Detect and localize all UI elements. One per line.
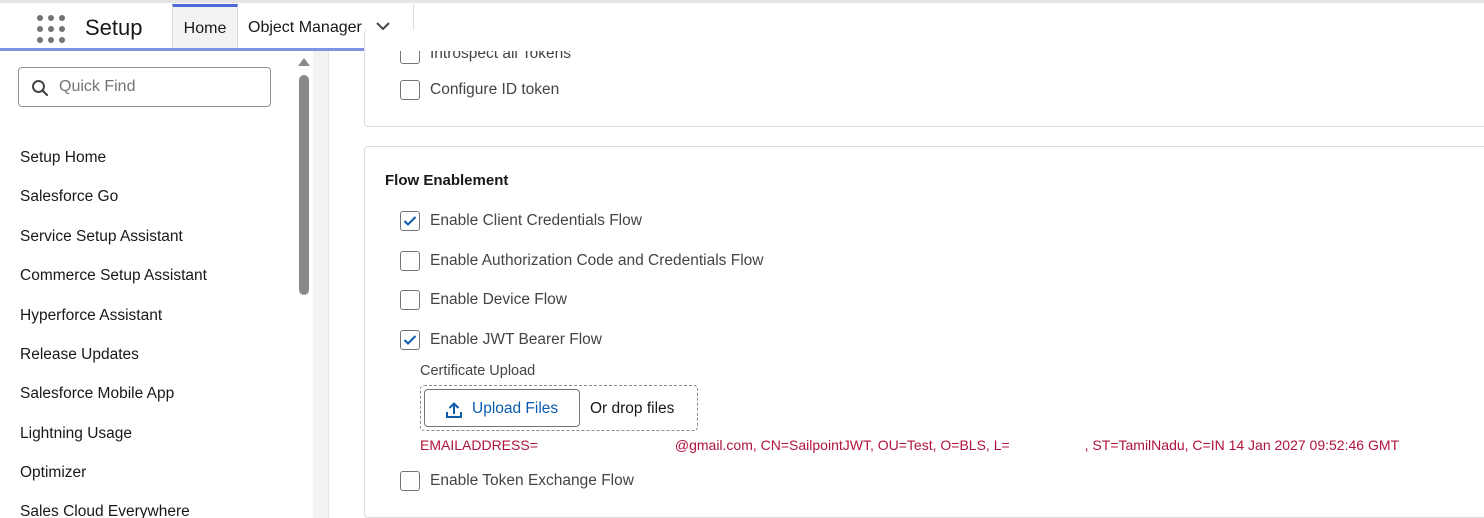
- tab-object-manager-label: Object Manager: [248, 18, 362, 36]
- configure-id-token-label: Configure ID token: [430, 81, 560, 98]
- introspect-tokens-label: Introspect all Tokens: [430, 51, 572, 62]
- certificate-info-part-3: , ST=TamilNadu, C=IN 14 Jan 2027 09:52:4…: [1084, 437, 1400, 453]
- check-icon: [403, 335, 417, 345]
- certificate-info-part-2: @gmail.com, CN=SailpointJWT, OU=Test, O=…: [674, 437, 1010, 453]
- app-launcher-icon[interactable]: [37, 15, 65, 43]
- device-flow-label: Enable Device Flow: [430, 291, 567, 308]
- check-icon: [403, 216, 417, 226]
- certificate-upload-label: Certificate Upload: [420, 363, 536, 379]
- tab-home[interactable]: Home: [172, 4, 238, 51]
- sidebar-item-setup-home[interactable]: Setup Home: [20, 149, 106, 167]
- sidebar-item-salesforce-mobile-app[interactable]: Salesforce Mobile App: [20, 385, 174, 403]
- sidebar-item-lightning-usage[interactable]: Lightning Usage: [20, 425, 132, 443]
- sidebar-item-sales-cloud-everywhere[interactable]: Sales Cloud Everywhere: [20, 503, 190, 518]
- token-exchange-checkbox[interactable]: [400, 471, 420, 491]
- upload-files-button[interactable]: Upload Files: [424, 389, 580, 427]
- option-device-flow[interactable]: Enable Device Flow: [400, 290, 567, 310]
- setup-sidebar: Setup Home Salesforce Go Service Setup A…: [0, 51, 313, 518]
- jwt-bearer-checkbox[interactable]: [400, 330, 420, 350]
- option-auth-code-credentials-flow[interactable]: Enable Authorization Code and Credential…: [400, 251, 763, 271]
- upload-files-label: Upload Files: [472, 400, 559, 417]
- sidebar-gutter: [313, 51, 328, 518]
- sidebar-item-service-setup-assistant[interactable]: Service Setup Assistant: [20, 228, 183, 246]
- scroll-up-arrow-icon[interactable]: [298, 58, 310, 66]
- option-client-credentials-flow[interactable]: Enable Client Credentials Flow: [400, 211, 642, 231]
- device-flow-checkbox[interactable]: [400, 290, 420, 310]
- upload-icon: [446, 402, 462, 418]
- sidebar-item-release-updates[interactable]: Release Updates: [20, 346, 139, 364]
- token-exchange-label: Enable Token Exchange Flow: [430, 472, 634, 489]
- jwt-bearer-label: Enable JWT Bearer Flow: [430, 331, 602, 348]
- certificate-info: EMAILADDRESS= @gmail.com, CN=SailpointJWT…: [420, 437, 1399, 453]
- auth-code-credentials-label: Enable Authorization Code and Credential…: [430, 252, 764, 269]
- option-introspect-tokens[interactable]: Introspect all Tokens: [400, 51, 571, 64]
- section-title-flow-enablement: Flow Enablement: [385, 172, 509, 189]
- quick-find-input[interactable]: [59, 76, 259, 98]
- option-token-exchange-flow[interactable]: Enable Token Exchange Flow: [400, 471, 634, 491]
- auth-code-credentials-checkbox[interactable]: [400, 251, 420, 271]
- sidebar-item-commerce-setup-assistant[interactable]: Commerce Setup Assistant: [20, 267, 207, 285]
- certificate-info-part-1: EMAILADDRESS=: [420, 437, 538, 453]
- option-jwt-bearer-flow[interactable]: Enable JWT Bearer Flow: [400, 330, 602, 350]
- tab-home-label: Home: [183, 20, 227, 37]
- client-credentials-checkbox[interactable]: [400, 211, 420, 231]
- sidebar-item-hyperforce-assistant[interactable]: Hyperforce Assistant: [20, 307, 162, 325]
- sidebar-item-salesforce-go[interactable]: Salesforce Go: [20, 188, 118, 206]
- client-credentials-label: Enable Client Credentials Flow: [430, 212, 642, 229]
- introspect-tokens-checkbox[interactable]: [400, 51, 420, 64]
- quick-find-box[interactable]: [18, 67, 271, 107]
- divider: [328, 51, 329, 518]
- option-configure-id-token[interactable]: Configure ID token: [400, 80, 559, 100]
- drop-files-text: Or drop files: [590, 400, 675, 417]
- app-name: Setup: [85, 15, 143, 40]
- sidebar-item-optimizer[interactable]: Optimizer: [20, 464, 86, 482]
- sidebar-scroll-thumb[interactable]: [299, 75, 309, 295]
- configure-id-token-checkbox[interactable]: [400, 80, 420, 100]
- search-icon: [32, 80, 49, 97]
